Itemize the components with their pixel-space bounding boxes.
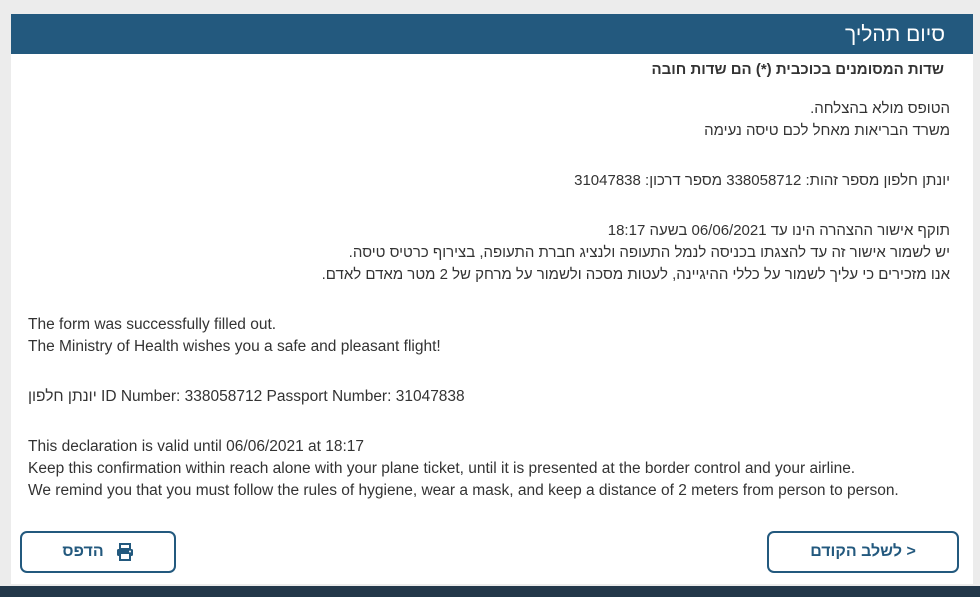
footer-bar [0,586,980,597]
english-identity-line: יונתן חלפון ID Number: 338058712 Passpor… [28,388,465,405]
hebrew-identity-details: יונתן חלפון מספר זהות: 338058712 מספר דר… [574,170,950,192]
print-button-label: הדפס [62,543,104,560]
english-keep-confirmation-line: Keep this confirmation within reach alon… [28,460,856,477]
hebrew-success-message: הטופס מולא בהצלחה. משרד הבריאות מאחל לכם… [704,98,950,142]
previous-step-button-label: < לשלב הקודם [810,543,916,560]
hebrew-identity-line: יונתן חלפון מספר זהות: 338058712 מספר דר… [574,172,950,189]
english-success-message: The form was successfully filled out. Th… [28,314,441,358]
completion-card: סיום תהליך שדות המסומנים בכוכבית (*) הם … [11,14,973,584]
hebrew-wish-line: משרד הבריאות מאחל לכם טיסה נעימה [704,122,950,139]
hebrew-success-line: הטופס מולא בהצלחה. [810,100,950,117]
hebrew-validity-line: תוקף אישור ההצהרה הינו עד 06/06/2021 בשע… [607,222,950,239]
print-button[interactable]: הדפס [20,531,176,573]
hebrew-hygiene-reminder-line: אנו מזכירים כי עליך לשמור על כללי ההיגיי… [321,266,950,283]
english-success-line: The form was successfully filled out. [28,316,277,333]
printer-icon [116,543,134,561]
english-wish-line: The Ministry of Health wishes you a safe… [28,338,441,355]
english-identity-details: יונתן חלפון ID Number: 338058712 Passpor… [28,386,465,408]
hebrew-keep-confirmation-line: יש לשמור אישור זה עד להצגתו בכניסה לנמל … [348,244,950,261]
page-title: סיום תהליך [845,23,945,46]
english-validity-notice: This declaration is valid until 06/06/20… [28,436,899,502]
english-validity-line: This declaration is valid until 06/06/20… [28,438,365,455]
previous-step-button[interactable]: < לשלב הקודם [767,531,959,573]
page-header: סיום תהליך [11,14,973,54]
required-fields-note: שדות המסומנים בכוכבית (*) הם שדות חובה [651,61,944,78]
english-hygiene-reminder-line: We remind you that you must follow the r… [28,482,899,499]
hebrew-validity-notice: תוקף אישור ההצהרה הינו עד 06/06/2021 בשע… [322,220,950,286]
